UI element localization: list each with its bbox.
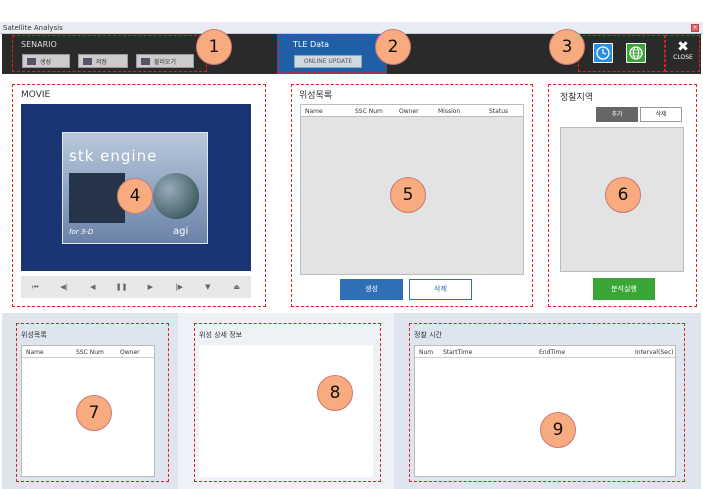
badge-8: 8 bbox=[317, 375, 353, 411]
satellite-detail-title: 위성 상세 정보 bbox=[199, 331, 243, 339]
table-header: Name SSC Num Owner Mission Status bbox=[301, 105, 523, 117]
step-back-icon[interactable]: ◀| bbox=[53, 280, 75, 294]
recon-area-title: 정찰지역 bbox=[560, 93, 594, 103]
play-reverse-icon[interactable]: ◀ bbox=[82, 280, 104, 294]
recon-time-title: 정찰 시간 bbox=[414, 331, 442, 339]
window-title: Satellite Analysis bbox=[3, 24, 63, 32]
agi-logo: agi bbox=[173, 226, 189, 237]
chevron-down-icon[interactable]: ▼ bbox=[197, 280, 219, 294]
recon-time-table: Num StartTime EndTime Interval(Sec) bbox=[414, 345, 676, 477]
playback-controls: ⏮ ◀| ◀ ❚❚ ▶ |▶ ▼ ⏏ bbox=[21, 276, 251, 298]
play-icon[interactable]: ▶ bbox=[139, 280, 161, 294]
globe-image bbox=[153, 173, 199, 219]
window-close-icon[interactable]: × bbox=[691, 24, 699, 32]
badge-7: 7 bbox=[76, 395, 112, 431]
scenario-label: SENARIO bbox=[21, 40, 57, 49]
satellite-delete-button[interactable]: 삭제 bbox=[409, 279, 472, 300]
bottom-satellite-list-title: 위성목록 bbox=[21, 331, 47, 339]
movie-title: MOVIE bbox=[21, 90, 51, 100]
scenario-load-button[interactable]: 불러오기 bbox=[136, 54, 194, 68]
recon-add-button[interactable]: 추가 bbox=[596, 107, 638, 122]
quick-icon-group bbox=[578, 35, 665, 72]
satellite-list-title: 위성목록 bbox=[299, 91, 333, 101]
skip-start-icon[interactable]: ⏮ bbox=[24, 280, 46, 294]
recon-delete-button[interactable]: 삭제 bbox=[640, 107, 682, 122]
badge-2: 2 bbox=[375, 29, 411, 65]
window-titlebar: Satellite Analysis × bbox=[0, 22, 703, 34]
close-icon: ✖ bbox=[677, 39, 689, 55]
badge-5: 5 bbox=[390, 177, 426, 213]
step-forward-icon[interactable]: |▶ bbox=[168, 280, 190, 294]
folder-icon bbox=[141, 57, 150, 65]
close-button[interactable]: ✖ CLOSE bbox=[668, 40, 698, 70]
scenario-save-button[interactable]: 저장 bbox=[78, 54, 128, 68]
scenario-create-button[interactable]: 생성 bbox=[22, 54, 70, 68]
table-header: Num StartTime EndTime Interval(Sec) bbox=[415, 346, 675, 358]
badge-3: 3 bbox=[549, 29, 585, 65]
satellite-detail-content bbox=[199, 345, 373, 477]
run-analysis-button[interactable]: 분석실행 bbox=[593, 278, 655, 300]
globe-icon[interactable] bbox=[626, 43, 646, 63]
folder-icon bbox=[83, 57, 92, 65]
folder-icon bbox=[27, 57, 36, 65]
pause-icon[interactable]: ❚❚ bbox=[111, 280, 133, 294]
online-update-button[interactable]: ONLINE UPDATE bbox=[294, 55, 362, 68]
clock-icon[interactable] bbox=[593, 43, 613, 63]
eject-icon[interactable]: ⏏ bbox=[226, 280, 248, 294]
satellite-create-button[interactable]: 생성 bbox=[340, 279, 403, 300]
tle-label: TLE Data bbox=[293, 40, 330, 49]
splash-title: stk engine bbox=[69, 147, 158, 165]
badge-1: 1 bbox=[196, 29, 232, 65]
badge-9: 9 bbox=[540, 412, 576, 448]
badge-4: 4 bbox=[117, 178, 153, 214]
badge-6: 6 bbox=[605, 177, 641, 213]
splash-subtitle: for 3-D bbox=[69, 228, 94, 236]
table-header: Name SSC Num Owner bbox=[22, 346, 154, 358]
